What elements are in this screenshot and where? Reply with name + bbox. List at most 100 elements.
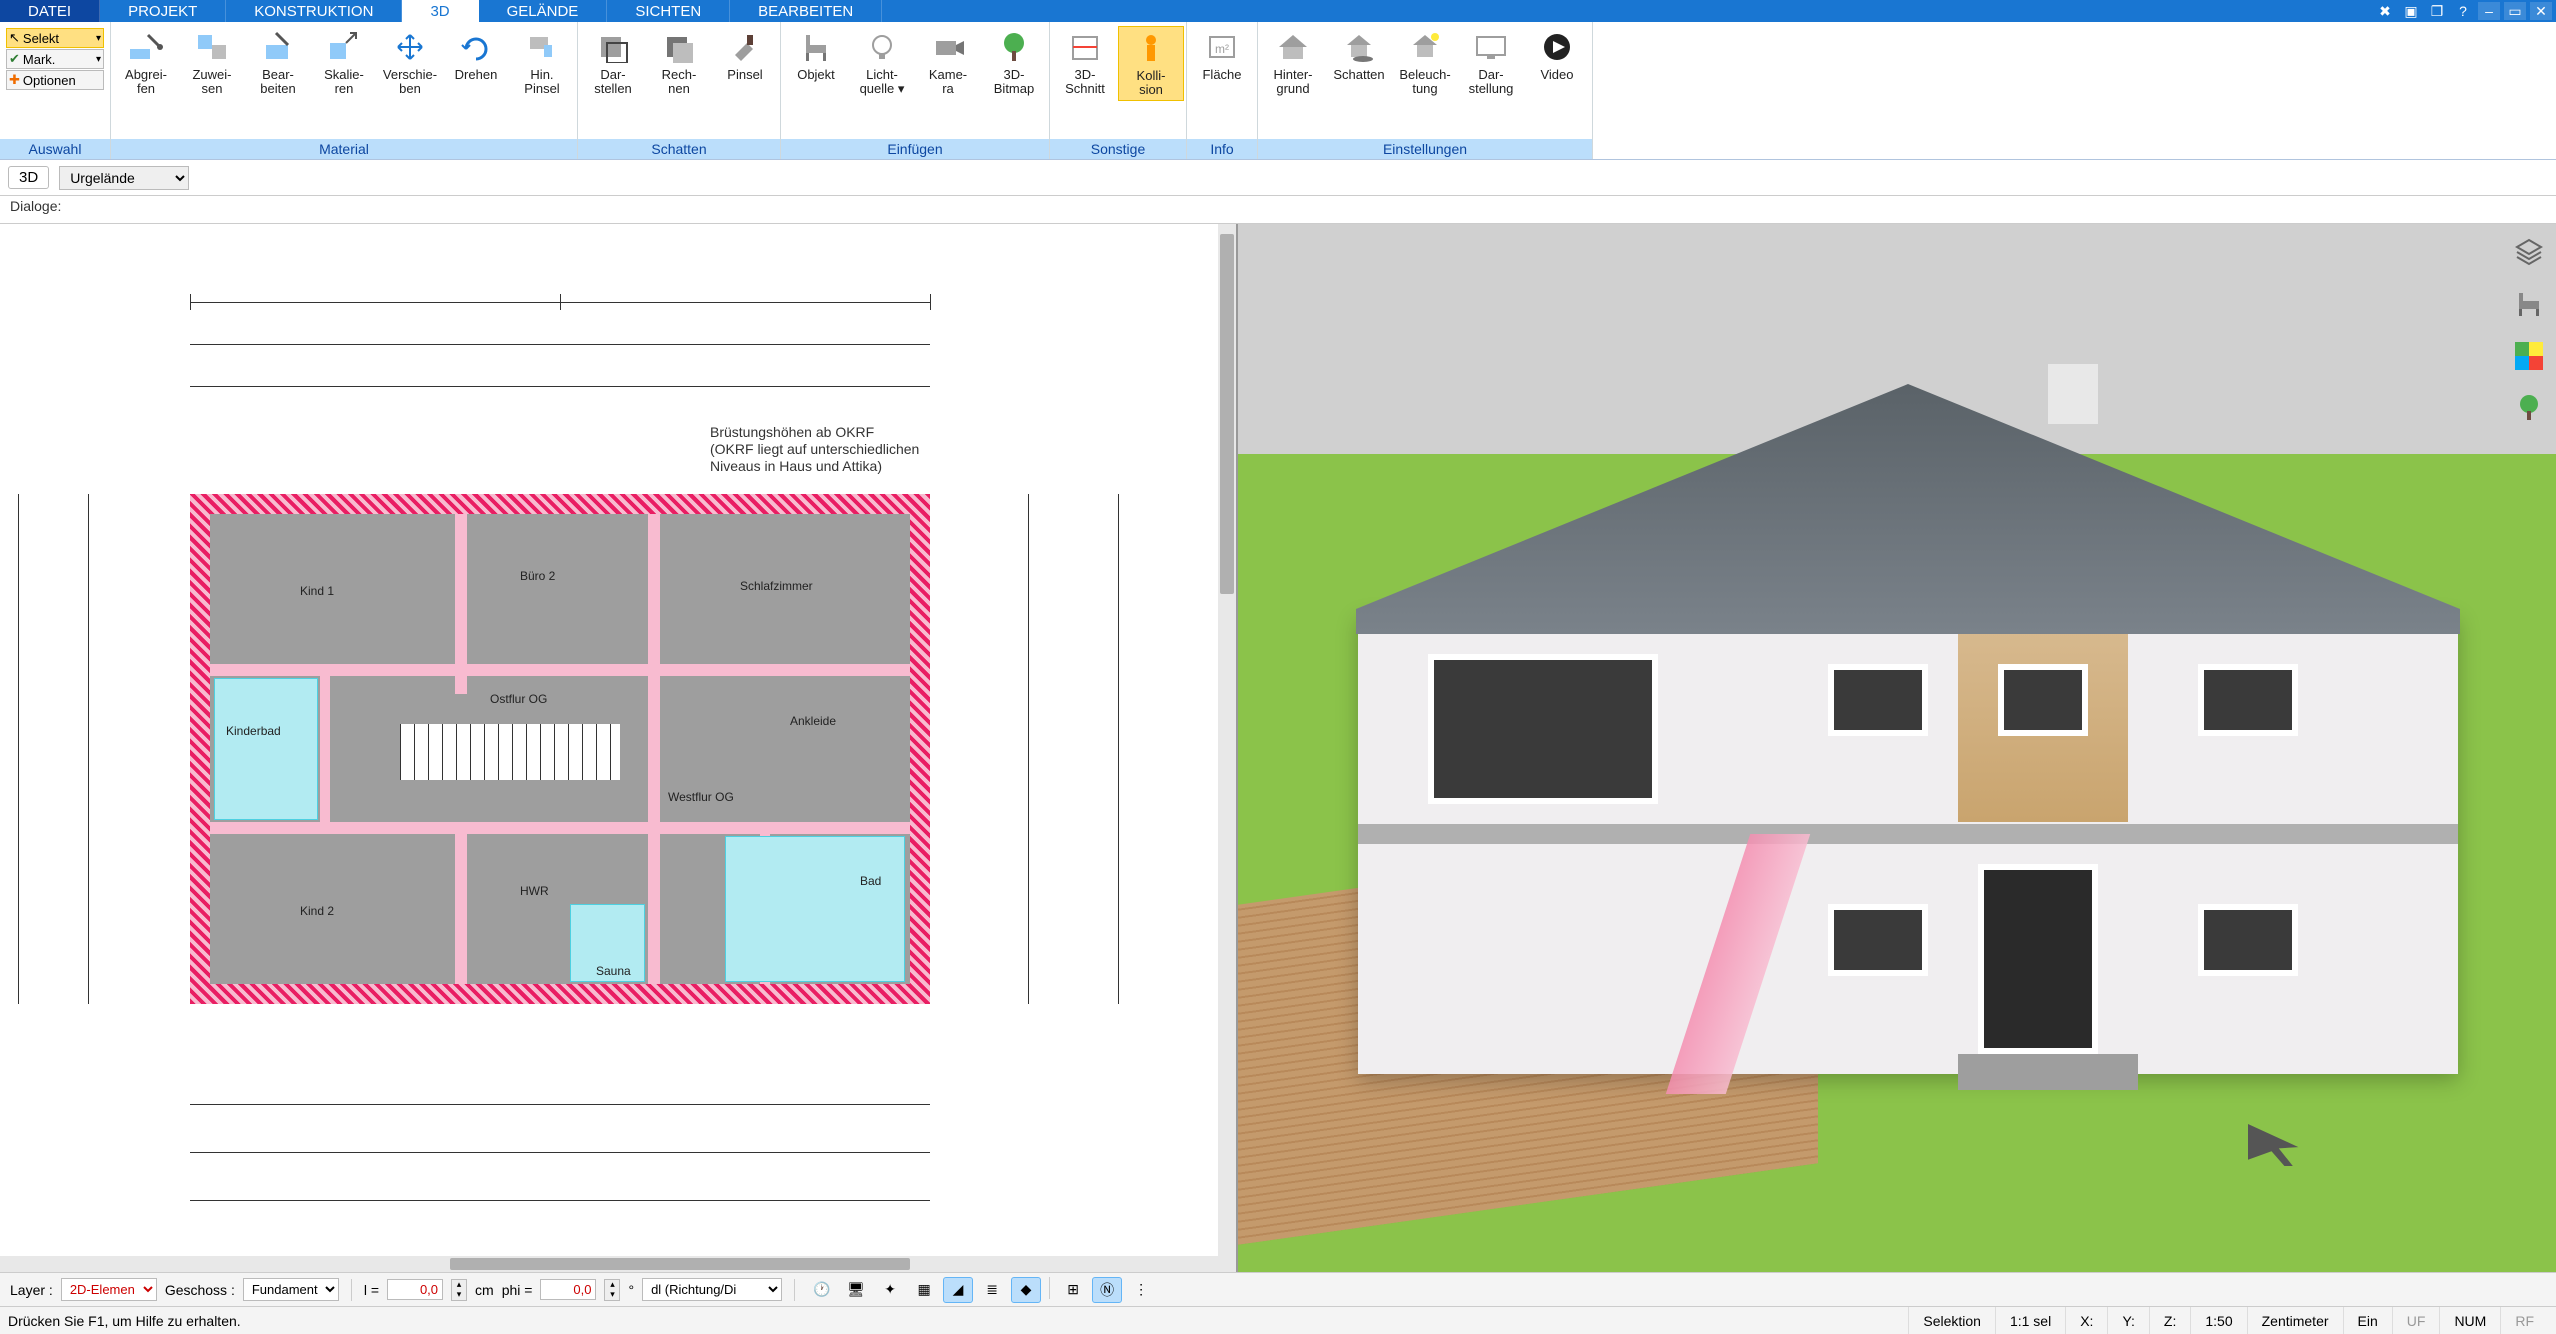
tool-icon-1[interactable]: ✖ <box>2374 2 2396 20</box>
optionen-button[interactable]: ✚ Optionen <box>6 70 104 90</box>
selekt-button[interactable]: ↖ Selekt ▾ <box>6 28 104 48</box>
status-z: Z: <box>2149 1307 2190 1334</box>
room-label-ostflur: Ostflur OG <box>490 692 547 706</box>
ribbon-group-info: m²Fläche Info <box>1187 22 1258 159</box>
flaeche-button[interactable]: m²Fläche <box>1189 26 1255 99</box>
layers-tool-icon[interactable]: ≣ <box>977 1277 1007 1303</box>
tree-icon <box>992 28 1036 66</box>
objekt-button[interactable]: Objekt <box>783 26 849 99</box>
grid-icon[interactable]: ⊞ <box>1058 1277 1088 1303</box>
schatten-set-button[interactable]: Schatten <box>1326 26 1392 99</box>
geschoss-select[interactable]: Fundament <box>243 1278 339 1301</box>
layers-icon[interactable] <box>2511 234 2547 270</box>
tab-projekt[interactable]: PROJEKT <box>100 0 226 22</box>
window-upper-large <box>1428 654 1658 804</box>
dimension-line <box>190 386 930 387</box>
tab-datei[interactable]: DATEI <box>0 0 100 22</box>
tab-konstruktion[interactable]: KONSTRUKTION <box>226 0 402 22</box>
darstellen-button[interactable]: Dar-stellen <box>580 26 646 99</box>
tab-3d[interactable]: 3D <box>402 0 478 22</box>
mode-select[interactable]: dl (Richtung/Di <box>642 1278 782 1301</box>
group-title-einstellungen: Einstellungen <box>1258 139 1592 159</box>
window-close-icon[interactable]: ✕ <box>2530 2 2552 20</box>
north-icon[interactable]: Ⓝ <box>1092 1277 1122 1303</box>
kamera-button[interactable]: Kame-ra <box>915 26 981 99</box>
dimension-line <box>190 344 930 345</box>
bearbeiten-button[interactable]: Bear-beiten <box>245 26 311 99</box>
wall <box>210 664 910 676</box>
window-minimize-icon[interactable]: – <box>2478 2 2500 20</box>
skalieren-button[interactable]: Skalie-ren <box>311 26 377 99</box>
color-palette-icon[interactable] <box>2511 338 2547 374</box>
hinpinsel-button[interactable]: Hin.Pinsel <box>509 26 575 99</box>
dimension-line <box>1028 494 1029 1004</box>
terrain-select[interactable]: Urgelände <box>59 166 189 190</box>
ribbon-group-einfuegen: Objekt Licht-quelle ▾ Kame-ra 3D-Bitmap … <box>781 22 1050 159</box>
ribbon: ↖ Selekt ▾ ✔ Mark. ▾ ✚ Optionen Auswahl … <box>0 22 2556 160</box>
3dschnitt-button[interactable]: 3D-Schnitt <box>1052 26 1118 99</box>
cursor-icon: ↖ <box>9 30 20 46</box>
pane-2d-plan[interactable]: Brüstungshöhen ab OKRF (OKRF liegt auf u… <box>0 224 1238 1272</box>
tab-sichten[interactable]: SICHTEN <box>607 0 730 22</box>
ribbon-group-schatten: Dar-stellen Rech-nen Pinsel Schatten <box>578 22 781 159</box>
pane-3d-view[interactable] <box>1238 224 2556 1272</box>
beleuchtung-button[interactable]: Beleuch-tung <box>1392 26 1458 99</box>
phi-input[interactable] <box>540 1279 596 1300</box>
area-icon: m² <box>1200 28 1244 66</box>
zuweisen-button[interactable]: Zuwei-sen <box>179 26 245 99</box>
status-ein: Ein <box>2343 1307 2392 1334</box>
room-label-kind2: Kind 2 <box>300 904 334 918</box>
workspace: Brüstungshöhen ab OKRF (OKRF liegt auf u… <box>0 224 2556 1272</box>
drehen-button[interactable]: Drehen <box>443 26 509 99</box>
pinsel-button[interactable]: Pinsel <box>712 26 778 99</box>
window-restore-icon[interactable]: ▭ <box>2504 2 2526 20</box>
rechnen-button[interactable]: Rech-nen <box>646 26 712 99</box>
l-unit: cm <box>475 1282 494 1298</box>
l-input[interactable] <box>387 1279 443 1300</box>
plus-icon: ✚ <box>9 72 20 88</box>
chevron-down-icon: ▾ <box>96 33 101 44</box>
window-upper-1 <box>1828 664 1928 736</box>
darstellung-button[interactable]: Dar-stellung <box>1458 26 1524 99</box>
perspective-icon[interactable]: ◢ <box>943 1277 973 1303</box>
render-icon[interactable]: ✦ <box>875 1277 905 1303</box>
tool-icon-3[interactable]: ❐ <box>2426 2 2448 20</box>
tool-icon-2[interactable]: ▣ <box>2400 2 2422 20</box>
wall <box>210 822 910 834</box>
tree-tool-icon[interactable] <box>2511 390 2547 426</box>
lichtquelle-button[interactable]: Licht-quelle ▾ <box>849 26 915 99</box>
ribbon-group-einstellungen: Hinter-grund Schatten Beleuch-tung Dar-s… <box>1258 22 1593 159</box>
dimension-line <box>190 1152 930 1153</box>
stack-icon[interactable]: ▦ <box>909 1277 939 1303</box>
more-icon[interactable]: ⋮ <box>1126 1277 1156 1303</box>
furniture-icon[interactable] <box>2511 286 2547 322</box>
layer-select[interactable]: 2D-Elemen <box>61 1278 157 1301</box>
video-button[interactable]: Video <box>1524 26 1590 99</box>
kinderbad-area <box>214 678 318 820</box>
clock-icon[interactable]: 🕐 <box>807 1277 837 1303</box>
dialoge-bar: Dialoge: <box>0 196 2556 224</box>
monitor-tool-icon[interactable]: 🖥 <box>841 1277 871 1303</box>
tab-bearbeiten[interactable]: BEARBEITEN <box>730 0 882 22</box>
3dbitmap-button[interactable]: 3D-Bitmap <box>981 26 1047 99</box>
scrollbar-vertical[interactable] <box>1218 224 1236 1272</box>
scrollbar-horizontal[interactable] <box>0 1256 1218 1272</box>
section-icon <box>1063 28 1107 66</box>
wall <box>455 822 467 984</box>
wall <box>320 676 330 822</box>
abgreifen-button[interactable]: Abgrei-fen <box>113 26 179 99</box>
shade-icon[interactable]: ◆ <box>1011 1277 1041 1303</box>
status-help: Drücken Sie F1, um Hilfe zu erhalten. <box>8 1313 261 1329</box>
l-spinner[interactable]: ▴▾ <box>451 1279 467 1301</box>
mark-button[interactable]: ✔ Mark. ▾ <box>6 49 104 69</box>
chimney <box>2048 364 2098 424</box>
plan-note: Brüstungshöhen ab OKRF (OKRF liegt auf u… <box>710 424 919 474</box>
help-icon[interactable]: ? <box>2452 2 2474 20</box>
hintergrund-button[interactable]: Hinter-grund <box>1260 26 1326 99</box>
kollision-button[interactable]: Kolli-sion <box>1118 26 1184 101</box>
phi-spinner[interactable]: ▴▾ <box>604 1279 620 1301</box>
verschieben-button[interactable]: Verschie-ben <box>377 26 443 99</box>
tab-gelaende[interactable]: GELÄNDE <box>479 0 608 22</box>
bottom-toolbar: Layer : 2D-Elemen Geschoss : Fundament l… <box>0 1272 2556 1306</box>
floor-slab <box>1358 824 2458 844</box>
